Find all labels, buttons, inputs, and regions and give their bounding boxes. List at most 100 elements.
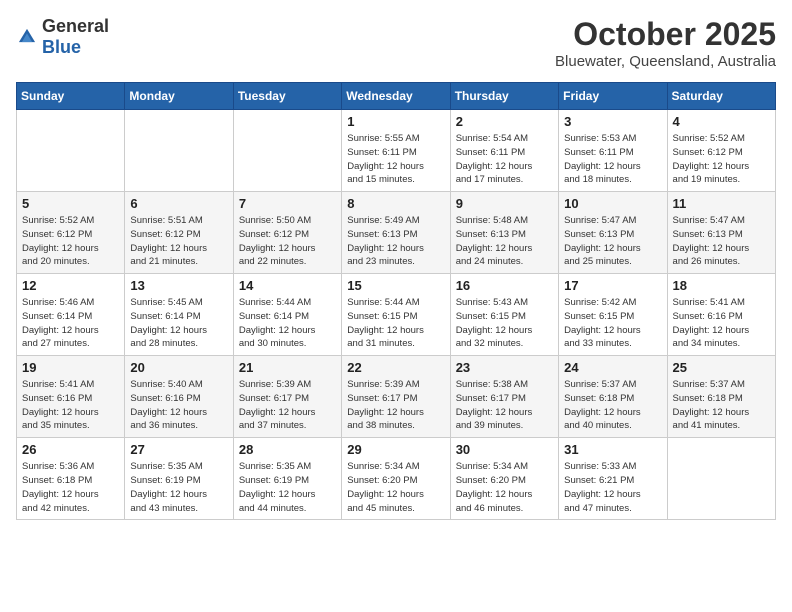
calendar-cell: 15 Sunrise: 5:44 AM Sunset: 6:15 PM Dayli… xyxy=(342,274,450,356)
calendar-cell: 1 Sunrise: 5:55 AM Sunset: 6:11 PM Daylig… xyxy=(342,110,450,192)
day-info: Sunrise: 5:55 AM Sunset: 6:11 PM Dayligh… xyxy=(347,132,444,187)
weekday-header-thursday: Thursday xyxy=(450,83,558,110)
calendar-header-row: SundayMondayTuesdayWednesdayThursdayFrid… xyxy=(17,83,776,110)
day-number: 10 xyxy=(564,196,661,211)
day-info: Sunrise: 5:50 AM Sunset: 6:12 PM Dayligh… xyxy=(239,214,336,269)
calendar-cell: 7 Sunrise: 5:50 AM Sunset: 6:12 PM Daylig… xyxy=(233,192,341,274)
calendar-cell: 4 Sunrise: 5:52 AM Sunset: 6:12 PM Daylig… xyxy=(667,110,775,192)
day-number: 31 xyxy=(564,442,661,457)
calendar-cell: 12Sunrise: 5:46 AM Sunset: 6:14 PM Dayli… xyxy=(17,274,125,356)
calendar-week-row: 26 Sunrise: 5:36 AM Sunset: 6:18 PM Dayli… xyxy=(17,438,776,520)
day-info: Sunrise: 5:48 AM Sunset: 6:13 PM Dayligh… xyxy=(456,214,553,269)
day-info: Sunrise: 5:44 AM Sunset: 6:15 PM Dayligh… xyxy=(347,296,444,351)
calendar-cell: 14Sunrise: 5:44 AM Sunset: 6:14 PM Dayli… xyxy=(233,274,341,356)
day-number: 17 xyxy=(564,278,661,293)
calendar-cell: 21 Sunrise: 5:39 AM Sunset: 6:17 PM Dayli… xyxy=(233,356,341,438)
day-number: 28 xyxy=(239,442,336,457)
day-number: 1 xyxy=(347,114,444,129)
calendar-cell: 16Sunrise: 5:43 AM Sunset: 6:15 PM Dayli… xyxy=(450,274,558,356)
calendar-cell: 19 Sunrise: 5:41 AM Sunset: 6:16 PM Dayli… xyxy=(17,356,125,438)
calendar-cell: 27Sunrise: 5:35 AM Sunset: 6:19 PM Dayli… xyxy=(125,438,233,520)
calendar-cell: 10 Sunrise: 5:47 AM Sunset: 6:13 PM Dayli… xyxy=(559,192,667,274)
day-number: 11 xyxy=(673,196,770,211)
day-info: Sunrise: 5:51 AM Sunset: 6:12 PM Dayligh… xyxy=(130,214,227,269)
day-number: 27 xyxy=(130,442,227,457)
day-number: 13 xyxy=(130,278,227,293)
calendar-cell: 23 Sunrise: 5:38 AM Sunset: 6:17 PM Dayli… xyxy=(450,356,558,438)
calendar-cell: 17 Sunrise: 5:42 AM Sunset: 6:15 PM Dayli… xyxy=(559,274,667,356)
day-number: 7 xyxy=(239,196,336,211)
calendar-cell: 26 Sunrise: 5:36 AM Sunset: 6:18 PM Dayli… xyxy=(17,438,125,520)
calendar-cell: 2Sunrise: 5:54 AM Sunset: 6:11 PM Daylig… xyxy=(450,110,558,192)
calendar-cell: 30 Sunrise: 5:34 AM Sunset: 6:20 PM Dayli… xyxy=(450,438,558,520)
day-number: 18 xyxy=(673,278,770,293)
day-info: Sunrise: 5:39 AM Sunset: 6:17 PM Dayligh… xyxy=(239,378,336,433)
day-info: Sunrise: 5:34 AM Sunset: 6:20 PM Dayligh… xyxy=(456,460,553,515)
page-header: General Blue October 2025 Bluewater, Que… xyxy=(16,16,776,70)
calendar-cell xyxy=(17,110,125,192)
month-title: October 2025 xyxy=(555,16,776,53)
day-number: 15 xyxy=(347,278,444,293)
day-info: Sunrise: 5:45 AM Sunset: 6:14 PM Dayligh… xyxy=(130,296,227,351)
weekday-header-sunday: Sunday xyxy=(17,83,125,110)
calendar-cell: 11 Sunrise: 5:47 AM Sunset: 6:13 PM Dayli… xyxy=(667,192,775,274)
title-block: October 2025 Bluewater, Queensland, Aust… xyxy=(555,16,776,70)
calendar-cell: 13 Sunrise: 5:45 AM Sunset: 6:14 PM Dayli… xyxy=(125,274,233,356)
day-info: Sunrise: 5:43 AM Sunset: 6:15 PM Dayligh… xyxy=(456,296,553,351)
day-number: 29 xyxy=(347,442,444,457)
day-number: 23 xyxy=(456,360,553,375)
day-number: 2 xyxy=(456,114,553,129)
day-number: 3 xyxy=(564,114,661,129)
logo: General Blue xyxy=(16,16,109,58)
day-number: 22 xyxy=(347,360,444,375)
day-number: 25 xyxy=(673,360,770,375)
day-number: 6 xyxy=(130,196,227,211)
day-number: 30 xyxy=(456,442,553,457)
day-info: Sunrise: 5:39 AM Sunset: 6:17 PM Dayligh… xyxy=(347,378,444,433)
day-number: 9 xyxy=(456,196,553,211)
calendar-cell: 9 Sunrise: 5:48 AM Sunset: 6:13 PM Daylig… xyxy=(450,192,558,274)
day-info: Sunrise: 5:40 AM Sunset: 6:16 PM Dayligh… xyxy=(130,378,227,433)
location-title: Bluewater, Queensland, Australia xyxy=(555,53,776,70)
calendar-cell xyxy=(125,110,233,192)
calendar-cell xyxy=(667,438,775,520)
weekday-header-wednesday: Wednesday xyxy=(342,83,450,110)
day-info: Sunrise: 5:44 AM Sunset: 6:14 PM Dayligh… xyxy=(239,296,336,351)
calendar-cell: 28 Sunrise: 5:35 AM Sunset: 6:19 PM Dayli… xyxy=(233,438,341,520)
day-info: Sunrise: 5:52 AM Sunset: 6:12 PM Dayligh… xyxy=(673,132,770,187)
day-number: 20 xyxy=(130,360,227,375)
weekday-header-saturday: Saturday xyxy=(667,83,775,110)
logo-icon xyxy=(16,26,38,48)
calendar-cell: 31 Sunrise: 5:33 AM Sunset: 6:21 PM Dayli… xyxy=(559,438,667,520)
logo-general-text: General xyxy=(42,16,109,36)
calendar-table: SundayMondayTuesdayWednesdayThursdayFrid… xyxy=(16,82,776,520)
weekday-header-tuesday: Tuesday xyxy=(233,83,341,110)
day-number: 4 xyxy=(673,114,770,129)
weekday-header-friday: Friday xyxy=(559,83,667,110)
day-number: 12 xyxy=(22,278,119,293)
day-info: Sunrise: 5:34 AM Sunset: 6:20 PM Dayligh… xyxy=(347,460,444,515)
day-info: Sunrise: 5:49 AM Sunset: 6:13 PM Dayligh… xyxy=(347,214,444,269)
day-info: Sunrise: 5:37 AM Sunset: 6:18 PM Dayligh… xyxy=(564,378,661,433)
day-info: Sunrise: 5:33 AM Sunset: 6:21 PM Dayligh… xyxy=(564,460,661,515)
day-number: 21 xyxy=(239,360,336,375)
day-number: 19 xyxy=(22,360,119,375)
calendar-cell xyxy=(233,110,341,192)
logo-blue-text: Blue xyxy=(42,37,81,57)
calendar-cell: 29 Sunrise: 5:34 AM Sunset: 6:20 PM Dayli… xyxy=(342,438,450,520)
day-number: 5 xyxy=(22,196,119,211)
calendar-week-row: 19 Sunrise: 5:41 AM Sunset: 6:16 PM Dayli… xyxy=(17,356,776,438)
day-info: Sunrise: 5:37 AM Sunset: 6:18 PM Dayligh… xyxy=(673,378,770,433)
day-info: Sunrise: 5:47 AM Sunset: 6:13 PM Dayligh… xyxy=(564,214,661,269)
calendar-cell: 24Sunrise: 5:37 AM Sunset: 6:18 PM Dayli… xyxy=(559,356,667,438)
day-number: 26 xyxy=(22,442,119,457)
day-info: Sunrise: 5:47 AM Sunset: 6:13 PM Dayligh… xyxy=(673,214,770,269)
calendar-cell: 3Sunrise: 5:53 AM Sunset: 6:11 PM Daylig… xyxy=(559,110,667,192)
day-info: Sunrise: 5:41 AM Sunset: 6:16 PM Dayligh… xyxy=(22,378,119,433)
weekday-header-monday: Monday xyxy=(125,83,233,110)
day-info: Sunrise: 5:42 AM Sunset: 6:15 PM Dayligh… xyxy=(564,296,661,351)
day-info: Sunrise: 5:36 AM Sunset: 6:18 PM Dayligh… xyxy=(22,460,119,515)
day-info: Sunrise: 5:38 AM Sunset: 6:17 PM Dayligh… xyxy=(456,378,553,433)
day-info: Sunrise: 5:35 AM Sunset: 6:19 PM Dayligh… xyxy=(239,460,336,515)
calendar-cell: 5Sunrise: 5:52 AM Sunset: 6:12 PM Daylig… xyxy=(17,192,125,274)
